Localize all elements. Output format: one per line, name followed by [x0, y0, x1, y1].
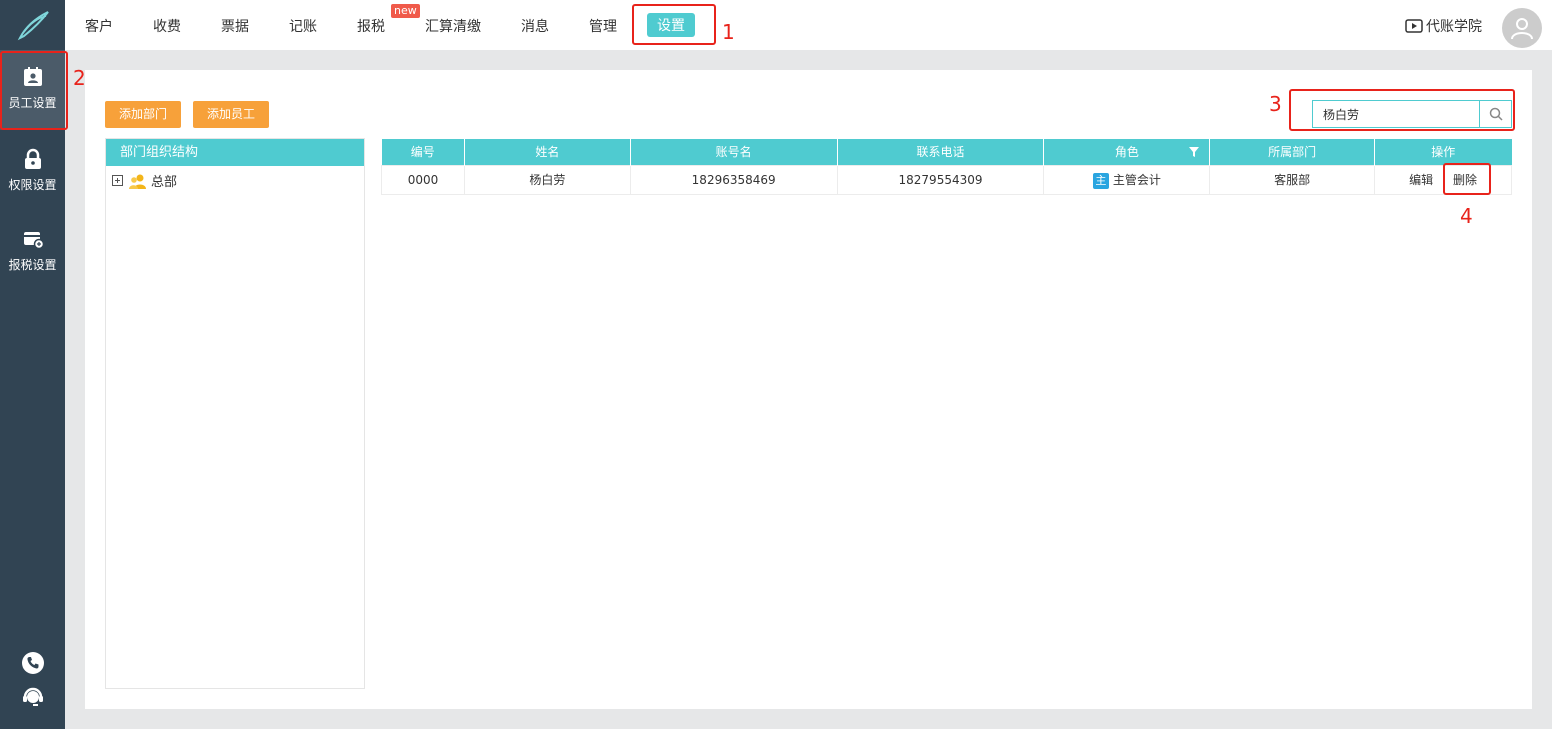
annotation-number-4: 4 — [1460, 204, 1473, 228]
annotation-box-1 — [632, 4, 716, 45]
sidebar-item-permission[interactable]: 权限设置 — [0, 132, 65, 212]
annotation-number-3: 3 — [1269, 92, 1282, 116]
cell-account: 18296358469 — [629, 164, 838, 195]
cell-name: 杨白劳 — [463, 164, 631, 195]
academy-link[interactable]: 代账学院 — [1405, 16, 1482, 36]
tree-node-headquarters[interactable]: 总部 — [112, 171, 177, 190]
role-tag: 主 — [1092, 172, 1109, 189]
app-logo[interactable] — [0, 0, 65, 50]
add-department-button[interactable]: 添加部门 — [105, 101, 182, 128]
user-icon — [1511, 18, 1533, 40]
logo-icon — [17, 11, 49, 41]
column-header-actions: 操作 — [1374, 139, 1512, 165]
nav-item-messages[interactable]: 消息 — [521, 16, 549, 36]
filter-icon[interactable] — [1189, 147, 1200, 157]
column-header-phone: 联系电话 — [837, 139, 1045, 165]
table-row: 0000 杨白劳 18296358469 18279554309 主主管会计 客… — [381, 164, 1512, 195]
column-header-role: 角色 — [1043, 139, 1211, 165]
annotation-box-2 — [0, 51, 68, 130]
add-employee-button[interactable]: 添加员工 — [193, 101, 270, 128]
sidebar-item-tax[interactable]: 报税设置 — [0, 212, 65, 292]
tax-card-icon — [23, 232, 44, 250]
cell-id: 0000 — [381, 164, 465, 195]
cell-role: 主主管会计 — [1043, 164, 1211, 195]
sidebar-item-label: 报税设置 — [8, 258, 57, 272]
column-header-name: 姓名 — [464, 139, 631, 165]
avatar[interactable] — [1502, 8, 1542, 48]
table-header-row: 编号 姓名 账号名 联系电话 角色 所属部门 操作 — [381, 139, 1512, 165]
customer-service-icon[interactable] — [21, 685, 45, 709]
nav-item-fees[interactable]: 收费 — [153, 16, 181, 36]
edit-link[interactable]: 编辑 — [1409, 173, 1433, 187]
top-nav: 客户 收费 票据 记账 报税 new 汇算清缴 消息 管理 设置 代账学院 — [65, 0, 1552, 50]
cell-phone: 18279554309 — [836, 164, 1045, 195]
column-header-account: 账号名 — [630, 139, 838, 165]
column-header-id: 编号 — [381, 139, 465, 165]
role-label: 主管会计 — [1112, 172, 1161, 187]
tree-header: 部门组织结构 — [106, 139, 364, 166]
annotation-number-1: 1 — [722, 20, 735, 44]
nav-item-bookkeeping[interactable]: 记账 — [289, 16, 317, 36]
expand-icon[interactable] — [112, 175, 123, 186]
column-header-department: 所属部门 — [1209, 139, 1376, 165]
academy-label: 代账学院 — [1426, 19, 1482, 35]
main-panel: 添加部门 添加员工 部门组织结构 总部 — [85, 70, 1532, 709]
annotation-box-3 — [1289, 89, 1515, 131]
lock-icon — [24, 148, 41, 169]
nav-item-invoices[interactable]: 票据 — [221, 16, 249, 36]
tree-node-label: 总部 — [151, 175, 178, 190]
role-header-label: 角色 — [1114, 145, 1139, 160]
cell-department: 客服部 — [1209, 164, 1376, 195]
annotation-box-4 — [1443, 163, 1491, 195]
nav-item-management[interactable]: 管理 — [589, 16, 617, 36]
group-icon — [129, 174, 146, 189]
sidebar-item-label: 权限设置 — [8, 178, 57, 192]
new-badge: new — [391, 4, 420, 18]
phone-icon[interactable] — [21, 651, 45, 675]
nav-item-customer[interactable]: 客户 — [85, 16, 113, 36]
nav-item-tax[interactable]: 报税 — [357, 16, 385, 36]
video-play-icon — [1405, 19, 1423, 33]
annotation-number-2: 2 — [73, 66, 86, 90]
department-tree: 部门组织结构 总部 — [105, 138, 365, 689]
employee-table: 编号 姓名 账号名 联系电话 角色 所属部门 操作 0000 杨白劳 18296… — [381, 139, 1512, 195]
nav-item-settlement[interactable]: 汇算清缴 — [425, 16, 481, 36]
